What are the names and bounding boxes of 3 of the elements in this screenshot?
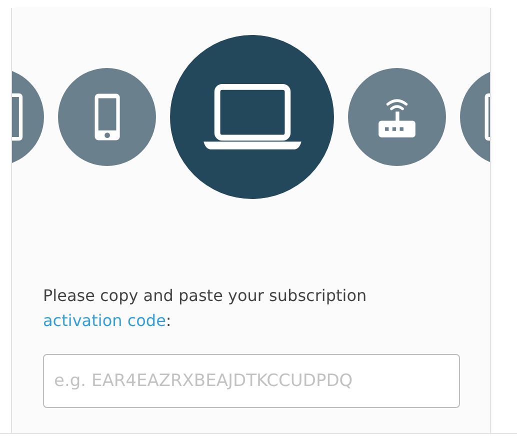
- activation-code-field[interactable]: e.g. EAR4EAZRXBEAJDTKCCUDPDQ: [43, 354, 460, 408]
- instruction-text: Please copy and paste your subscription activation code:: [43, 285, 368, 332]
- activation-code-link[interactable]: activation code: [43, 311, 166, 330]
